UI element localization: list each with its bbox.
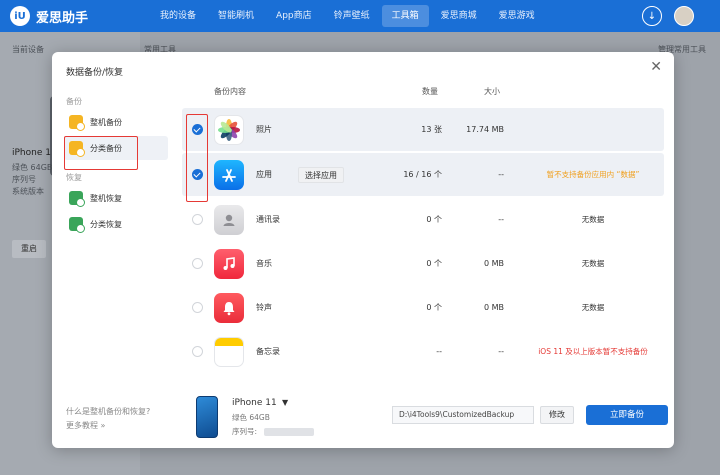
- row-name: 应用: [256, 170, 272, 179]
- backup-path-field[interactable]: D:\i4Tools9\CustomizedBackup: [392, 406, 534, 424]
- nav-smart-flash[interactable]: 智能刷机: [208, 5, 264, 27]
- select-apps-button[interactable]: 选择应用: [298, 166, 344, 183]
- row-qty: 16 / 16 个: [403, 170, 442, 179]
- table-row-ringtones[interactable]: 铃声 0 个 0 MB 无数据: [182, 286, 664, 329]
- category-restore-icon: [69, 217, 85, 233]
- download-icon[interactable]: ↓: [642, 6, 662, 26]
- sidebar-item-label: 整机恢复: [90, 193, 122, 203]
- highlight-box: [186, 114, 208, 202]
- main-nav: 我的设备 智能刷机 App商店 铃声壁纸 工具箱 爱思商城 爱思游戏: [150, 0, 547, 32]
- row-size: --: [498, 347, 504, 356]
- row-note: 暂不支持备份应用内 “数据”: [546, 170, 640, 179]
- top-bar: iU 爱思助手 我的设备 智能刷机 App商店 铃声壁纸 工具箱 爱思商城 爱思…: [0, 0, 720, 32]
- backup-now-button[interactable]: 立即备份: [586, 405, 668, 425]
- row-qty: --: [436, 347, 442, 356]
- row-size: --: [498, 215, 504, 224]
- row-qty: 0 个: [426, 303, 442, 312]
- reboot-button[interactable]: 重启: [12, 240, 46, 258]
- row-name: 音乐: [256, 259, 272, 268]
- photos-icon: [214, 114, 244, 145]
- restore-section-label: 恢复: [66, 173, 82, 182]
- edit-path-button[interactable]: 修改: [540, 406, 574, 424]
- row-qty: 13 张: [421, 125, 442, 134]
- checkbox-unchecked[interactable]: [192, 214, 203, 225]
- row-name: 备忘录: [256, 347, 280, 356]
- row-note: 无数据: [581, 303, 605, 312]
- logo-icon: iU: [10, 6, 30, 26]
- checkbox-unchecked[interactable]: [192, 258, 203, 269]
- phone-thumbnail: [196, 396, 218, 438]
- serial-redacted: [264, 428, 314, 436]
- checkbox-unchecked[interactable]: [192, 302, 203, 313]
- contacts-icon: [214, 204, 244, 235]
- nav-app-store[interactable]: App商店: [266, 5, 322, 27]
- table-row-contacts[interactable]: 通讯录 0 个 -- 无数据: [182, 198, 664, 241]
- system-label: 系统版本: [12, 187, 44, 196]
- chevron-down-icon[interactable]: ▼: [282, 398, 288, 407]
- row-qty: 0 个: [426, 215, 442, 224]
- row-note: iOS 11 及以上版本暂不支持备份: [538, 347, 648, 356]
- app-name: 爱思助手: [36, 10, 89, 26]
- backup-restore-dialog: 数据备份/恢复 ✕ 备份 整机备份 分类备份 恢复 整机恢复 分类恢复 什么是整…: [52, 52, 674, 448]
- app-logo: iU 爱思助手: [10, 6, 140, 26]
- close-icon[interactable]: ✕: [650, 59, 662, 75]
- row-size: 17.74 MB: [466, 125, 504, 134]
- sidebar-item-full-backup[interactable]: 整机备份: [64, 110, 168, 134]
- music-icon: [214, 248, 244, 279]
- more-tutorials-link[interactable]: 更多教程 »: [66, 420, 105, 431]
- nav-ringtones[interactable]: 铃声壁纸: [324, 5, 380, 27]
- full-backup-icon: [69, 115, 85, 131]
- dialog-footer: iPhone 11 ▼ 绿色 64GB 序列号: D:\i4Tools9\Cus…: [182, 380, 674, 448]
- row-size: 0 MB: [483, 303, 504, 312]
- header-qty: 数量: [422, 87, 438, 96]
- sidebar-item-full-restore[interactable]: 整机恢复: [64, 186, 168, 210]
- footer-serial-label: 序列号:: [232, 427, 258, 436]
- row-size: --: [498, 170, 504, 179]
- row-name: 铃声: [256, 303, 272, 312]
- nav-my-device[interactable]: 我的设备: [150, 5, 206, 27]
- dialog-sidebar: 备份 整机备份 分类备份 恢复 整机恢复 分类恢复 什么是整机备份和恢复? 更多…: [52, 84, 172, 448]
- help-link[interactable]: 什么是整机备份和恢复?: [66, 406, 150, 417]
- nav-mall[interactable]: 爱思商城: [431, 5, 487, 27]
- table-row-apps[interactable]: 应用 选择应用 16 / 16 个 -- 暂不支持备份应用内 “数据”: [182, 153, 664, 196]
- device-name: iPhone 11: [12, 148, 57, 158]
- table-row-photos[interactable]: 照片 13 张 17.74 MB: [182, 108, 664, 151]
- header-content: 备份内容: [214, 87, 246, 96]
- header-size: 大小: [484, 87, 500, 96]
- device-color: 绿色 64GB: [12, 163, 53, 172]
- row-name: 照片: [256, 125, 272, 134]
- serial-label: 序列号: [12, 175, 36, 184]
- bell-icon: [214, 292, 244, 323]
- table-row-music[interactable]: 音乐 0 个 0 MB 无数据: [182, 242, 664, 285]
- nav-toolbox[interactable]: 工具箱: [381, 5, 429, 27]
- current-device-label: 当前设备: [12, 45, 44, 54]
- backup-section-label: 备份: [66, 97, 82, 106]
- nav-games[interactable]: 爱思游戏: [489, 5, 545, 27]
- row-note: 无数据: [581, 215, 605, 224]
- sidebar-item-label: 分类恢复: [90, 219, 122, 229]
- row-qty: 0 个: [426, 259, 442, 268]
- avatar[interactable]: [674, 6, 694, 26]
- checkbox-unchecked[interactable]: [192, 346, 203, 357]
- dialog-title: 数据备份/恢复: [66, 68, 124, 78]
- row-name: 通讯录: [256, 215, 280, 224]
- sidebar-item-label: 整机备份: [90, 117, 122, 127]
- full-restore-icon: [69, 191, 85, 207]
- notes-icon: [214, 336, 244, 367]
- footer-device-color: 绿色 64GB: [232, 413, 270, 422]
- table-row-notes[interactable]: 备忘录 -- -- iOS 11 及以上版本暂不支持备份: [182, 330, 664, 373]
- row-size: 0 MB: [483, 259, 504, 268]
- app-store-icon: [214, 159, 244, 190]
- highlight-box: [64, 136, 138, 170]
- footer-device-name: iPhone 11: [232, 398, 277, 408]
- sidebar-item-category-restore[interactable]: 分类恢复: [64, 212, 168, 236]
- row-note: 无数据: [581, 259, 605, 268]
